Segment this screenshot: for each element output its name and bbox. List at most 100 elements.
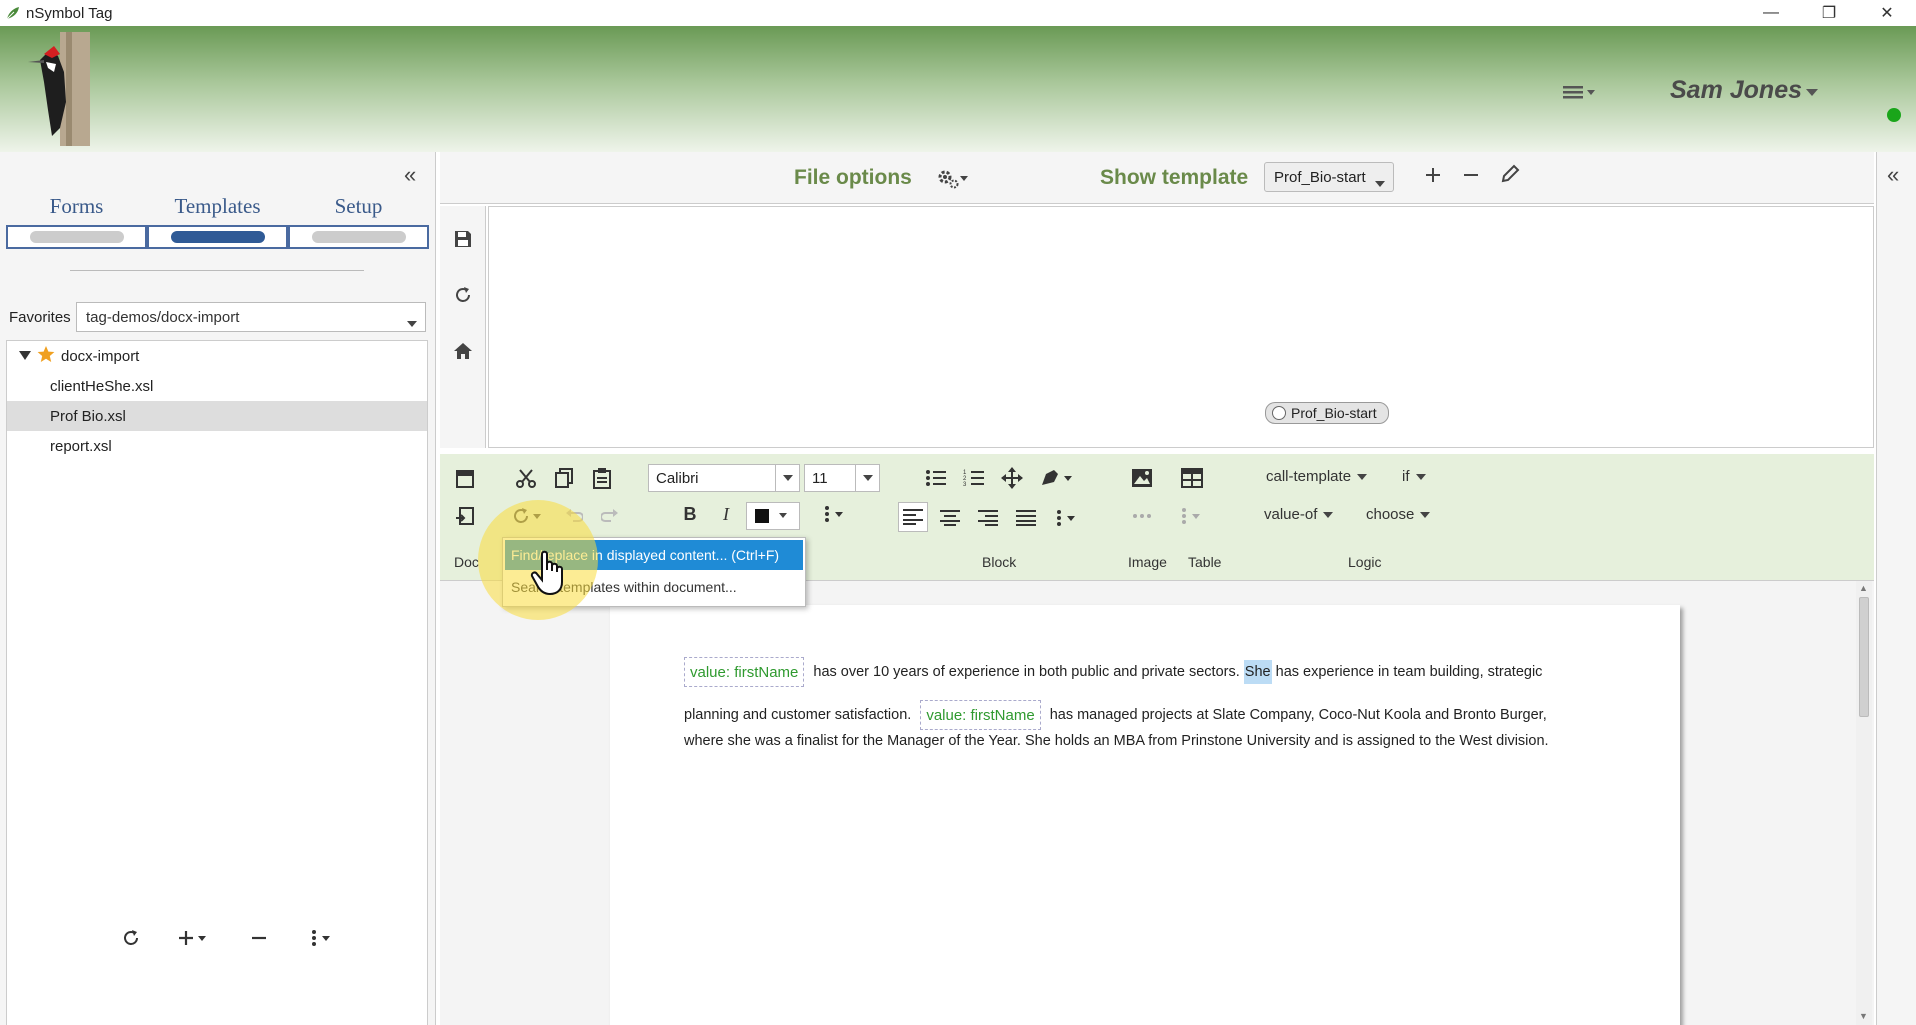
favorites-label: Favorites [9,308,71,326]
tab-forms[interactable]: Forms [6,194,147,249]
tree-item[interactable]: report.xsl [7,431,427,461]
font-size-value: 11 [812,469,828,487]
doc-group-label: Doc [454,554,479,570]
insert-image-icon[interactable] [1130,466,1154,490]
value-of-label: value-of [1264,506,1318,523]
tab-templates[interactable]: Templates [147,194,288,249]
block-group-label: Block [982,554,1017,570]
numbered-list-icon[interactable]: 123 [962,466,986,490]
tree-item-selected[interactable]: Prof Bio.xsl [7,401,427,431]
remove-template-icon[interactable] [1462,164,1480,190]
document-view-icon[interactable] [454,468,476,490]
hamburger-menu-icon[interactable] [1560,78,1600,106]
copy-icon[interactable] [552,466,576,490]
doc-line-2: planning and customer satisfaction. valu… [684,700,1547,730]
template-select-value: Prof_Bio-start [1274,168,1366,186]
tab-setup[interactable]: Setup [288,194,429,249]
tree-item[interactable]: clientHeShe.xsl [7,371,427,401]
chevron-down-icon[interactable] [1806,84,1818,100]
edit-pencil-icon[interactable] [1500,164,1520,190]
app-header: Sam Jones [0,26,1916,152]
node-radio-icon [1272,406,1286,420]
scrollbar-thumb[interactable] [1859,597,1869,717]
align-right-icon[interactable] [974,504,1002,532]
paste-icon[interactable] [590,466,614,490]
insert-table-icon[interactable] [1180,466,1204,490]
chevron-down-icon [407,314,417,331]
style-pen-dropdown-icon[interactable] [1038,466,1078,490]
woodpecker-logo [20,32,90,146]
chevron-down-icon[interactable] [855,465,879,491]
collapse-left-icon[interactable]: « [404,162,416,188]
value-tag-chip[interactable]: value: firstName [920,700,1041,730]
template-node-label: Prof_Bio-start [1291,405,1377,421]
tree-folder-docx-import[interactable]: docx-import [7,341,427,371]
value-of-dropdown[interactable]: value-of [1264,506,1334,523]
left-panel: « Forms Templates Setup Favorites tag-de… [0,152,436,1025]
template-node[interactable]: Prof_Bio-start [1265,402,1389,424]
document-scrollbar[interactable]: ▲ ▼ [1856,581,1872,1025]
doc-text: has experience in team building, strateg… [1275,664,1543,680]
add-template-icon[interactable] [1424,164,1442,190]
chevron-down-icon [1323,511,1334,518]
font-size-select[interactable]: 11 [804,464,880,492]
bold-button[interactable]: B [678,502,702,526]
save-icon[interactable] [452,228,474,250]
reload-icon[interactable] [452,284,474,306]
find-replace-dropdown-icon[interactable] [510,504,550,528]
remove-icon[interactable] [240,928,278,948]
italic-button[interactable]: I [714,502,738,526]
cut-icon[interactable] [514,466,538,490]
home-icon[interactable] [452,340,474,362]
more-options-icon[interactable] [304,928,342,948]
expand-triangle-icon[interactable] [19,348,31,365]
scroll-down-icon[interactable]: ▼ [1859,1011,1868,1021]
font-family-value: Calibri [656,469,699,487]
choose-dropdown[interactable]: choose [1366,506,1431,523]
align-left-icon[interactable] [898,502,928,532]
tab-forms-label: Forms [49,194,104,218]
scroll-up-icon[interactable]: ▲ [1859,583,1868,593]
value-tag-chip[interactable]: value: firstName [684,657,805,687]
document-page[interactable]: value: firstName has over 10 years of ex… [610,605,1680,1025]
template-canvas[interactable]: Prof_Bio-start [488,206,1874,448]
gear-icon[interactable] [936,168,972,190]
favorites-select[interactable]: tag-demos/docx-import [76,302,426,332]
text-color-picker[interactable] [746,502,800,530]
chevron-down-icon[interactable] [775,465,799,491]
image-more-icon [1130,504,1154,528]
minimize-button[interactable]: — [1742,0,1800,26]
table-group-label: Table [1188,554,1222,570]
hand-cursor-icon [530,550,570,599]
align-justify-icon[interactable] [1012,504,1040,532]
font-family-select[interactable]: Calibri [648,464,800,492]
chevron-down-icon [1357,473,1368,480]
doc-text: where she was a finalist for the Manager… [684,733,1549,749]
chevron-down-icon [1420,511,1431,518]
svg-text:3: 3 [963,482,967,487]
more-block-icon[interactable] [1052,504,1088,532]
import-document-icon[interactable] [454,506,476,528]
refresh-icon[interactable] [112,928,150,948]
tree-folder-label: docx-import [61,347,140,365]
file-options-label[interactable]: File options [794,166,912,190]
tab-templates-label: Templates [174,194,261,218]
tab-templates-indicator [147,225,288,249]
tree-item-label: Prof Bio.xsl [50,407,126,425]
align-center-icon[interactable] [936,504,964,532]
add-dropdown-icon[interactable] [176,928,214,948]
doc-text: has over 10 years of experience in both … [813,664,1240,680]
template-select[interactable]: Prof_Bio-start [1264,162,1394,192]
if-dropdown[interactable]: if [1402,468,1426,485]
more-format-icon[interactable] [818,502,858,526]
expand-right-icon[interactable]: « [1887,162,1899,188]
right-panel-collapsed: « [1876,152,1916,1025]
doc-line-3: where she was a finalist for the Manager… [684,733,1549,749]
close-button[interactable]: ✕ [1858,0,1916,26]
maximize-button[interactable]: ❐ [1800,0,1858,26]
call-template-dropdown[interactable]: call-template [1266,468,1368,485]
user-menu-button[interactable]: Sam Jones [1670,76,1802,105]
bullet-list-icon[interactable] [924,466,948,490]
move-block-icon[interactable] [1000,466,1024,490]
panel-tabs: Forms Templates Setup [6,194,430,249]
